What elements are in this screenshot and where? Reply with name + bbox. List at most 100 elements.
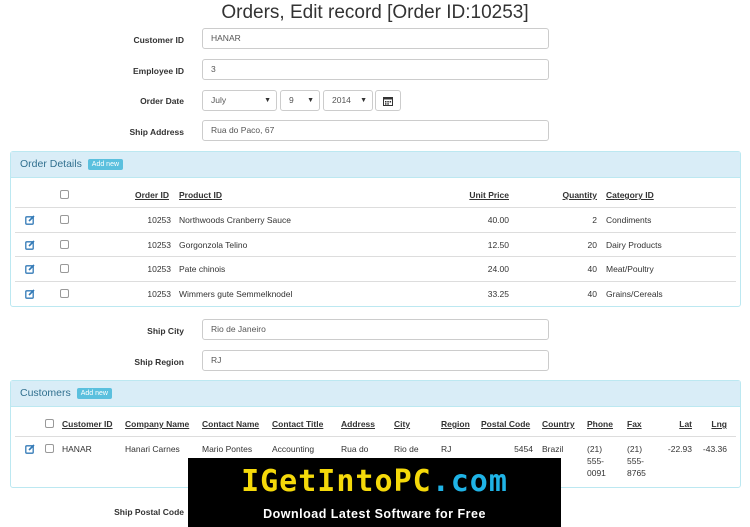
employee-id-field[interactable]: 3	[202, 59, 549, 80]
order-id-cell: 10253	[147, 288, 171, 299]
year-value: 2014	[332, 95, 351, 105]
col-customer-id[interactable]: Customer ID	[62, 412, 113, 436]
category-cell: Meat/Poultry	[606, 264, 654, 274]
col-order-id[interactable]: Order ID	[135, 183, 169, 207]
col-fax[interactable]: Fax	[627, 412, 642, 436]
col-quantity[interactable]: Quantity	[535, 183, 597, 207]
edit-icon[interactable]	[25, 288, 35, 299]
edit-icon[interactable]	[25, 239, 35, 250]
order-id-cell: 10253	[147, 239, 171, 250]
col-contact-name[interactable]: Contact Name	[202, 412, 259, 436]
table-row[interactable]: 10253 Wimmers gute Semmelknodel 33.25 40 Gra…	[15, 280, 736, 305]
select-all-checkbox[interactable]	[45, 419, 54, 428]
quantity-cell: 40	[587, 264, 597, 274]
col-address[interactable]: Address	[341, 412, 375, 436]
lat-cell: -22.93	[667, 444, 692, 454]
phone-line: 0091	[587, 468, 606, 478]
col-region[interactable]: Region	[441, 412, 470, 436]
ship-postal-code-label: Ship Postal Code	[114, 507, 184, 517]
row-checkbox[interactable]	[60, 264, 69, 273]
order-details-panel: Order Details Add new Order ID Product I…	[10, 151, 741, 307]
fax-line: 8765	[627, 468, 646, 478]
select-all-checkbox[interactable]	[60, 190, 69, 199]
unit-price-cell: 33.25	[487, 288, 509, 299]
row-checkbox[interactable]	[60, 215, 69, 224]
col-lng[interactable]: Lng	[701, 412, 727, 436]
chevron-down-icon: ▼	[307, 97, 314, 104]
customers-title: Customers	[20, 387, 71, 399]
unit-price-cell: 12.50	[487, 239, 509, 250]
chevron-down-icon: ▼	[360, 97, 367, 104]
product-cell: Gorgonzola Telino	[179, 239, 248, 250]
col-country[interactable]: Country	[542, 412, 575, 436]
ship-region-field[interactable]: RJ	[202, 350, 549, 371]
col-phone[interactable]: Phone	[587, 412, 613, 436]
watermark-banner: IGetIntoPC.com Download Latest Software …	[188, 458, 561, 527]
logo-text: .com	[431, 464, 508, 499]
order-id-cell: 10253	[147, 264, 171, 274]
ship-address-field[interactable]: Rua do Paco, 67	[202, 120, 549, 141]
quantity-cell: 20	[587, 239, 597, 250]
month-value: July	[211, 95, 227, 105]
order-date-day-select[interactable]: 9 ▼	[280, 90, 320, 111]
page-title: Orders, Edit record [Order ID:10253]	[221, 2, 529, 23]
quantity-cell: 2	[592, 215, 597, 225]
order-id-cell: 10253	[147, 215, 171, 225]
calendar-icon	[383, 97, 393, 106]
chevron-down-icon: ▼	[264, 97, 271, 104]
edit-icon[interactable]	[25, 444, 35, 454]
order-date-label: Order Date	[140, 96, 184, 106]
day-value: 9	[289, 95, 294, 105]
edit-icon[interactable]	[25, 215, 35, 225]
order-details-header: Order Details Add new	[11, 152, 740, 178]
table-row[interactable]: 10253 Pate chinois 24.00 40 Meat/Poultry	[15, 256, 736, 280]
table-header-row: Order ID Product ID Unit Price Quantity …	[15, 183, 736, 207]
customers-header: Customers Add new	[11, 381, 740, 407]
product-cell: Wimmers gute Semmelknodel	[179, 288, 293, 299]
phone-line: (21)	[587, 444, 603, 454]
col-lat[interactable]: Lat	[665, 412, 692, 436]
row-checkbox[interactable]	[60, 288, 69, 298]
row-checkbox[interactable]	[45, 444, 54, 453]
table-row[interactable]: 10253 Gorgonzola Telino 12.50 20 Dairy Produ…	[15, 231, 736, 256]
calendar-button[interactable]	[375, 90, 401, 111]
fax-cell: (21) 555- 8765	[627, 443, 646, 478]
logo-text: PC	[393, 464, 432, 499]
ship-address-label: Ship Address	[129, 127, 184, 137]
category-cell: Dairy Products	[606, 239, 662, 250]
col-city[interactable]: City	[394, 412, 410, 436]
lng-cell: -43.36	[702, 444, 727, 454]
row-checkbox[interactable]	[60, 239, 69, 249]
category-cell: Grains/Cereals	[606, 288, 663, 299]
edit-icon[interactable]	[25, 264, 35, 274]
customer-id-field[interactable]: HANAR	[202, 28, 549, 49]
watermark-tagline: Download Latest Software for Free	[263, 507, 486, 521]
watermark-logo: IGetIntoPC.com	[188, 464, 561, 499]
employee-id-label: Employee ID	[132, 66, 184, 76]
col-product-id[interactable]: Product ID	[179, 183, 222, 207]
order-details-title: Order Details	[20, 158, 82, 170]
order-date-month-select[interactable]: July ▼	[202, 90, 277, 111]
table-row[interactable]: 10253 Northwoods Cranberry Sauce 40.00 2 Con…	[15, 207, 736, 231]
phone-line: 555-	[587, 456, 605, 466]
product-cell: Pate chinois	[179, 264, 226, 274]
table-header-row: Customer ID Company Name Contact Name Co…	[15, 412, 736, 436]
customers-add-button[interactable]: Add new	[76, 388, 112, 399]
col-postal-code[interactable]: Postal Code	[481, 412, 530, 436]
ship-city-field[interactable]: Rio de Janeiro	[202, 319, 549, 340]
unit-price-cell: 24.00	[487, 264, 509, 274]
company-name-cell: Hanari Carnes	[125, 444, 180, 454]
logo-text: IGetInto	[241, 464, 394, 499]
col-unit-price[interactable]: Unit Price	[435, 183, 509, 207]
customer-id-label: Customer ID	[133, 35, 184, 45]
col-category-id[interactable]: Category ID	[606, 183, 654, 207]
category-cell: Condiments	[606, 215, 652, 225]
col-company-name[interactable]: Company Name	[125, 412, 189, 436]
order-details-add-button[interactable]: Add new	[87, 159, 124, 170]
quantity-cell: 40	[587, 288, 597, 299]
col-contact-title[interactable]: Contact Title	[272, 412, 323, 436]
product-cell: Northwoods Cranberry Sauce	[179, 215, 291, 225]
customer-id-cell: HANAR	[62, 444, 92, 454]
order-date-year-select[interactable]: 2014 ▼	[323, 90, 373, 111]
unit-price-cell: 40.00	[487, 215, 509, 225]
